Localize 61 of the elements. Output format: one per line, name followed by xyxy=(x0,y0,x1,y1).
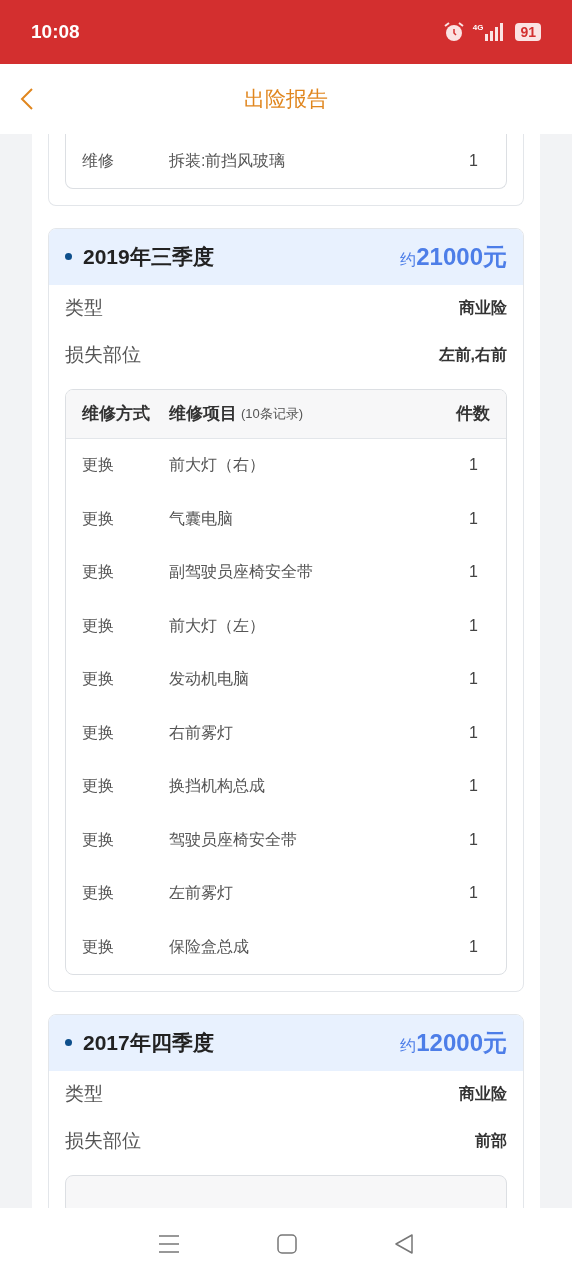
repair-item: 发动机电脑 xyxy=(169,669,250,690)
field-value: 商业险 xyxy=(459,298,507,318)
record-amount: 约12000元 xyxy=(400,1027,507,1058)
repair-item: 前大灯（左） xyxy=(169,615,266,636)
column-header: 件数 xyxy=(456,402,490,425)
quantity: 1 xyxy=(469,508,479,529)
repair-method: 更换 xyxy=(82,455,115,476)
quantity: 1 xyxy=(469,150,479,171)
repair-item: 前大灯（右） xyxy=(169,455,266,476)
record-period: 2019年三季度 xyxy=(83,243,215,270)
field-value: 商业险 xyxy=(459,1084,507,1104)
battery-level: 91 xyxy=(515,23,541,41)
repair-method: 更换 xyxy=(82,669,115,690)
page-title: 出险报告 xyxy=(244,86,328,113)
field-label: 损失部位 xyxy=(65,342,141,367)
repair-method: 更换 xyxy=(82,562,115,583)
repair-item: 拆装:前挡风玻璃 xyxy=(169,150,287,171)
repair-item: 左前雾灯 xyxy=(169,883,234,904)
field-label: 损失部位 xyxy=(65,1128,141,1153)
quantity: 1 xyxy=(469,776,479,797)
field-value: 前部 xyxy=(475,1131,507,1151)
repair-method: 更换 xyxy=(82,722,115,743)
column-header: 维修项目 xyxy=(169,402,237,425)
quantity: 1 xyxy=(469,883,479,904)
repair-method: 更换 xyxy=(82,936,115,957)
repair-item: 副驾驶员座椅安全带 xyxy=(169,562,314,583)
repair-method: 更换 xyxy=(82,883,115,904)
quantity: 1 xyxy=(469,829,479,850)
column-header: 维修方式 xyxy=(82,402,151,425)
bullet-icon xyxy=(65,1039,72,1046)
repair-item: 驾驶员座椅安全带 xyxy=(169,829,298,850)
repair-item: 保险盒总成 xyxy=(169,936,250,957)
clock-time: 10:08 xyxy=(31,19,81,44)
quantity: 1 xyxy=(469,615,479,636)
repair-method: 更换 xyxy=(82,615,115,636)
record-period: 2017年四季度 xyxy=(83,1029,215,1056)
quantity: 1 xyxy=(469,562,479,583)
quantity: 1 xyxy=(469,722,479,743)
repair-method: 更换 xyxy=(82,776,115,797)
bullet-icon xyxy=(65,253,72,260)
field-value: 左前,右前 xyxy=(438,345,507,365)
record-count: (10条记录) xyxy=(241,404,305,423)
quantity: 1 xyxy=(469,669,479,690)
repair-item: 右前雾灯 xyxy=(169,722,234,743)
home-icon[interactable] xyxy=(277,1234,297,1254)
repair-method: 更换 xyxy=(82,508,115,529)
repair-method: 更换 xyxy=(82,829,115,850)
repair-item: 气囊电脑 xyxy=(169,508,234,529)
repair-method: 维修 xyxy=(82,150,115,171)
quantity: 1 xyxy=(469,455,479,476)
network-type: 4G xyxy=(472,22,484,34)
back-triangle-icon[interactable] xyxy=(393,1234,414,1254)
field-label: 类型 xyxy=(65,1081,103,1106)
field-label: 类型 xyxy=(65,295,103,320)
menu-icon[interactable] xyxy=(158,1234,181,1254)
repair-item: 换挡机构总成 xyxy=(169,776,266,797)
signal-icon xyxy=(485,23,506,41)
record-amount: 约21000元 xyxy=(400,241,507,272)
quantity: 1 xyxy=(469,936,479,957)
alarm-clock-icon xyxy=(442,21,465,43)
back-icon xyxy=(20,87,34,111)
